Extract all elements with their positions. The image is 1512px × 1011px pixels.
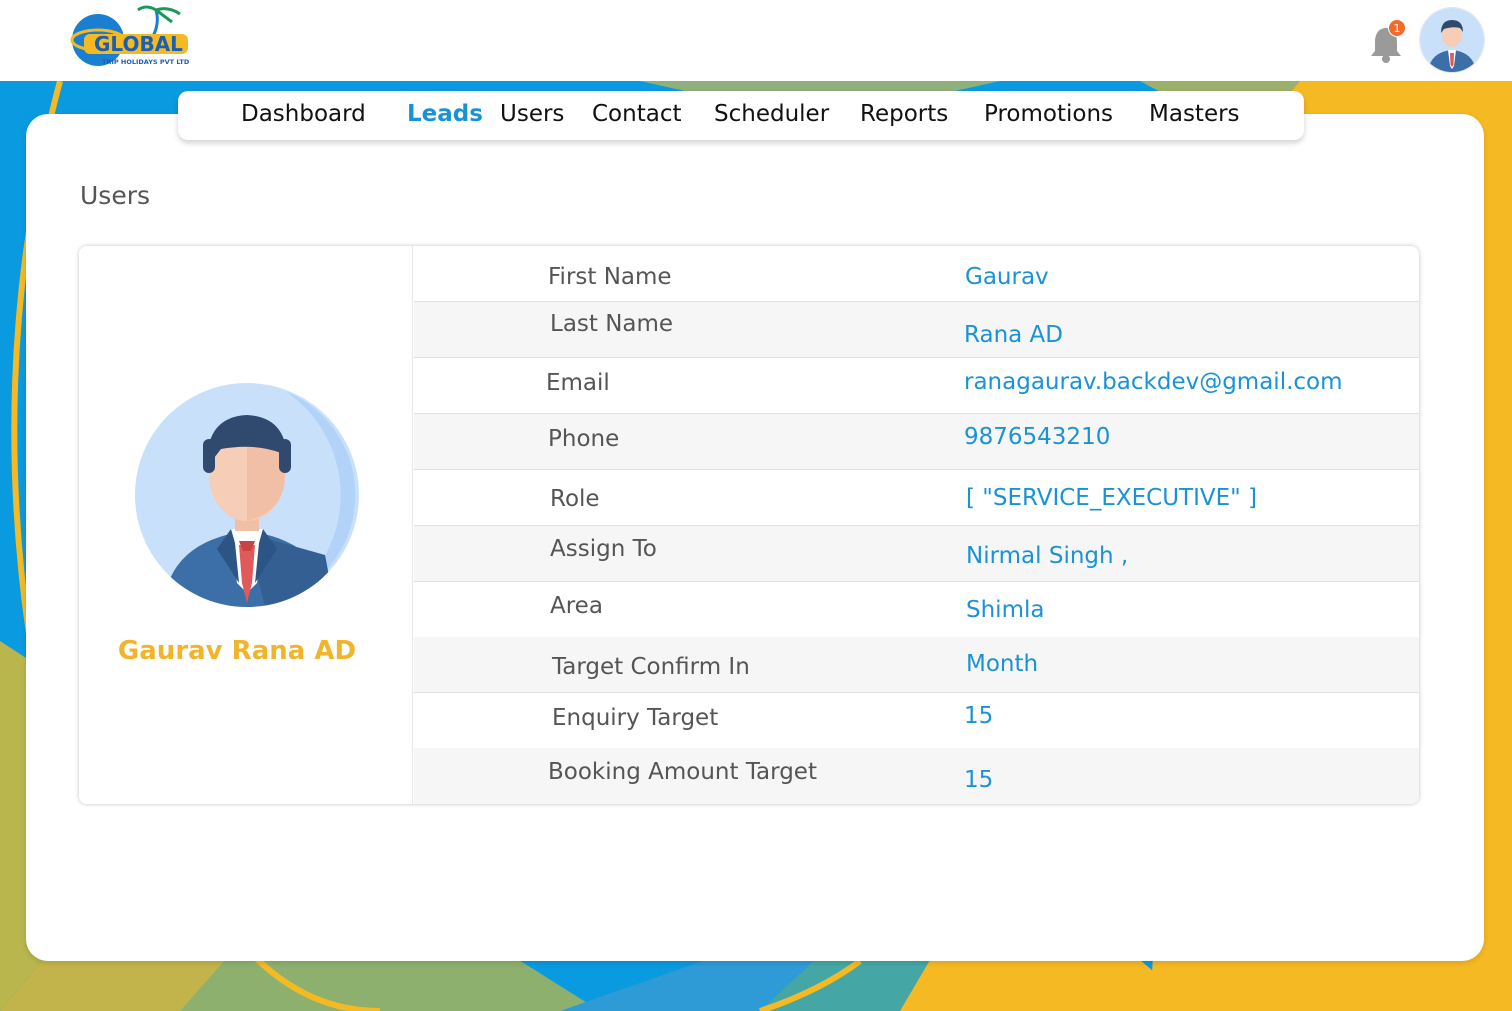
detail-label: Last Name — [550, 311, 674, 337]
detail-value: Rana AD — [964, 322, 1063, 348]
nav-promotions[interactable]: Promotions — [984, 101, 1113, 127]
detail-value: Gaurav — [965, 264, 1049, 290]
detail-value: Shimla — [966, 597, 1045, 623]
detail-value: [ "SERVICE_EXECUTIVE" ] — [966, 485, 1258, 511]
detail-value: 9876543210 — [964, 424, 1111, 450]
svg-text:GLOBAL: GLOBAL — [94, 32, 183, 56]
detail-label: Enquiry Target — [552, 705, 719, 731]
detail-row-role: Role [ "SERVICE_EXECUTIVE" ] — [414, 470, 1419, 526]
user-profile-panel: Gaurav Rana AD First Name Gaurav Last Na… — [79, 246, 1419, 804]
detail-label: Role — [550, 486, 600, 512]
profile-details: First Name Gaurav Last Name Rana AD Emai… — [414, 246, 1419, 804]
detail-label: Area — [550, 593, 603, 619]
page-title: Users — [80, 181, 151, 210]
user-profile-avatar-icon — [135, 383, 359, 607]
detail-row-first-name: First Name Gaurav — [414, 246, 1419, 302]
profile-full-name: Gaurav Rana AD — [117, 636, 357, 666]
detail-row-last-name: Last Name Rana AD — [414, 302, 1419, 358]
top-header: GLOBAL TRIP HOLIDAYS PVT LTD 1 — [0, 0, 1512, 81]
detail-row-booking-amount-target: Booking Amount Target 15 — [414, 748, 1419, 804]
detail-label: First Name — [548, 264, 672, 290]
notification-count-badge: 1 — [1388, 19, 1406, 37]
user-avatar-button[interactable] — [1420, 8, 1484, 72]
nav-scheduler[interactable]: Scheduler — [714, 101, 829, 127]
detail-label: Target Confirm In — [552, 654, 750, 680]
detail-label: Assign To — [550, 536, 657, 562]
detail-value: Nirmal Singh , — [966, 543, 1129, 569]
nav-users[interactable]: Users — [500, 101, 564, 127]
detail-row-assign-to: Assign To Nirmal Singh , — [414, 526, 1419, 582]
detail-label: Booking Amount Target — [548, 759, 817, 785]
detail-row-target-confirm-in: Target Confirm In Month — [414, 637, 1419, 693]
detail-row-phone: Phone 9876543210 — [414, 414, 1419, 470]
nav-masters[interactable]: Masters — [1149, 101, 1240, 127]
detail-value: 15 — [964, 767, 994, 793]
user-avatar-icon — [1420, 8, 1484, 72]
detail-label: Phone — [548, 426, 620, 452]
detail-value: 15 — [964, 703, 994, 729]
detail-label: Email — [546, 370, 610, 396]
nav-dashboard[interactable]: Dashboard — [241, 101, 366, 127]
profile-summary: Gaurav Rana AD — [79, 246, 413, 804]
detail-row-enquiry-target: Enquiry Target 15 — [414, 693, 1419, 749]
detail-row-email: Email ranagaurav.backdev@gmail.com — [414, 358, 1419, 414]
svg-text:TRIP HOLIDAYS PVT LTD: TRIP HOLIDAYS PVT LTD — [102, 58, 190, 66]
detail-value: ranagaurav.backdev@gmail.com — [964, 369, 1343, 395]
nav-reports[interactable]: Reports — [860, 101, 948, 127]
detail-row-area: Area Shimla — [414, 582, 1419, 638]
nav-contact[interactable]: Contact — [592, 101, 681, 127]
nav-leads[interactable]: Leads — [407, 101, 483, 127]
company-logo[interactable]: GLOBAL TRIP HOLIDAYS PVT LTD — [64, 4, 194, 74]
detail-value: Month — [966, 651, 1039, 677]
main-nav: Dashboard Leads Users Contact Scheduler … — [178, 91, 1304, 140]
